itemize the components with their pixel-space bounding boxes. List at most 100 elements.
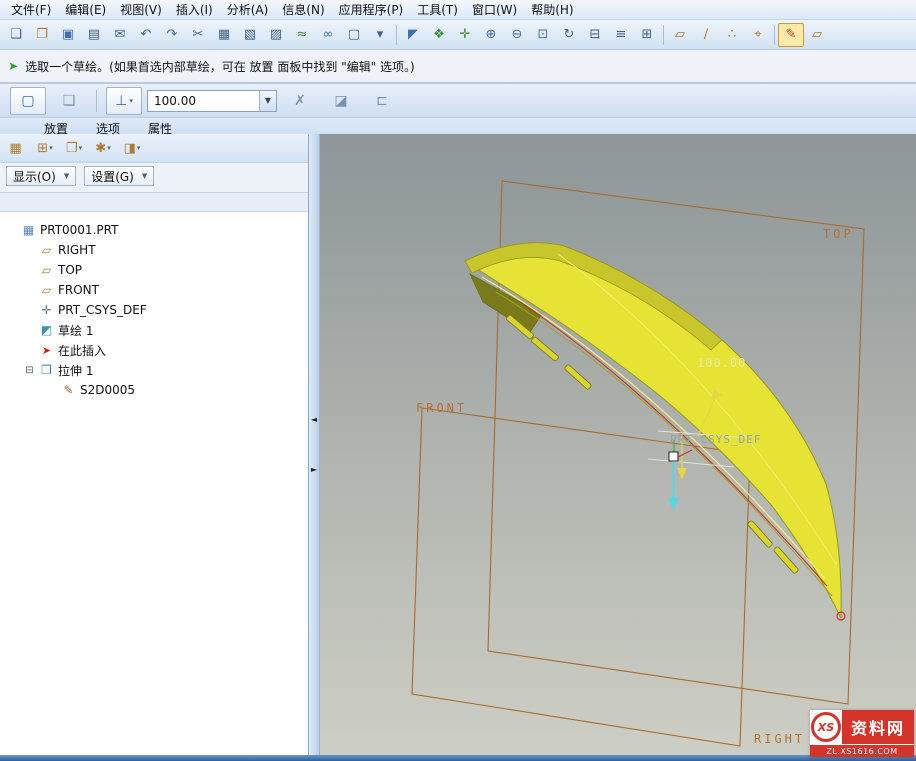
search-button[interactable]: ∞ <box>315 23 341 47</box>
mail-button[interactable]: ✉ <box>107 23 133 47</box>
tree-item[interactable]: ◩ 草绘 1 <box>0 320 308 340</box>
print-button[interactable]: ▤ <box>81 23 107 47</box>
navigator-grid-button[interactable]: ▦ <box>3 136 29 160</box>
regenerate-button[interactable]: ≈ <box>289 23 315 47</box>
tree-item-label: FRONT <box>58 283 99 297</box>
settings-dropdown-label: 设置(G) <box>91 168 134 185</box>
depth-value-input[interactable]: 100.00 ▼ <box>147 90 277 112</box>
csys-label[interactable]: PRT_CSYS_DEF <box>670 433 761 446</box>
separator[interactable] <box>663 25 664 45</box>
spin-center-button[interactable]: ✛ <box>452 23 478 47</box>
toolbar-icon: ▢ <box>348 27 360 42</box>
viewport-canvas[interactable]: TOP FRONT RIGHT <box>320 134 916 755</box>
navigator-icon: ✱ <box>95 141 106 156</box>
tree-item[interactable]: ▱ RIGHT <box>0 240 308 260</box>
tree-item[interactable]: ▦ PRT0001.PRT <box>0 220 308 240</box>
tree-item[interactable]: ✛ PRT_CSYS_DEF <box>0 300 308 320</box>
select-box-button[interactable]: ▢ <box>341 23 367 47</box>
3d-viewport[interactable]: TOP FRONT RIGHT <box>320 134 916 755</box>
select-options-dropdown[interactable]: ▾ <box>367 23 393 47</box>
chevron-down-icon: ▾ <box>107 144 111 152</box>
toolbar-icon: ∞ <box>323 27 334 42</box>
favorites-button[interactable]: ✱ ▾ <box>90 136 116 160</box>
menu-item[interactable]: 分析(A) <box>220 0 276 20</box>
zoom-out-button[interactable]: ⊖ <box>504 23 530 47</box>
menu-item[interactable]: 视图(V) <box>113 0 169 20</box>
open-button[interactable]: ❐ <box>29 23 55 47</box>
datum-plane-top-label[interactable]: TOP <box>823 227 854 241</box>
menu-item[interactable]: 窗口(W) <box>465 0 524 20</box>
thicken-button[interactable]: ⊏ <box>364 87 400 115</box>
menu-item[interactable]: 插入(I) <box>169 0 220 20</box>
tree-item[interactable]: ▱ TOP <box>0 260 308 280</box>
menu-item[interactable]: 文件(F) <box>4 0 58 20</box>
tree-item[interactable]: ▱ FRONT <box>0 280 308 300</box>
feature-info-button[interactable]: ❏ <box>51 87 87 115</box>
tree-item-label: PRT0001.PRT <box>40 223 118 237</box>
redo-button[interactable]: ↷ <box>159 23 185 47</box>
separator[interactable] <box>774 25 775 45</box>
save-button[interactable]: ▣ <box>55 23 81 47</box>
select-arrow-button[interactable]: ◤ <box>400 23 426 47</box>
chevron-down-icon[interactable]: ▼ <box>259 91 276 111</box>
datum-plane-icon: ▱ <box>39 243 54 257</box>
tree-item[interactable]: ✎ S2D0005 <box>0 380 308 400</box>
zoom-in-button[interactable]: ⊕ <box>478 23 504 47</box>
menu-item[interactable]: 应用程序(P) <box>332 0 411 20</box>
datum-plane-right-label[interactable]: RIGHT <box>754 732 805 746</box>
refit-button[interactable]: ⊡ <box>530 23 556 47</box>
menu-item[interactable]: 工具(T) <box>410 0 465 20</box>
layers-button[interactable]: ≡ <box>608 23 634 47</box>
menu-item[interactable]: 帮助(H) <box>524 0 580 20</box>
datum-plane-button[interactable]: ▱ <box>804 23 830 47</box>
placement-panel-button[interactable]: ▢ <box>10 87 46 115</box>
menu-item[interactable]: 编辑(E) <box>58 0 113 20</box>
paste-button[interactable]: ▧ <box>237 23 263 47</box>
model-tree-button[interactable]: ⊞ ▾ <box>32 136 58 160</box>
datum-points-toggle[interactable]: ∴ <box>719 23 745 47</box>
csys-toggle[interactable]: ⌖ <box>745 23 771 47</box>
datum-axes-toggle[interactable]: ∕ <box>693 23 719 47</box>
remove-material-icon: ◪ <box>334 93 347 109</box>
copy-button[interactable]: ▦ <box>211 23 237 47</box>
menu-item[interactable]: 信息(N) <box>275 0 331 20</box>
toolbar-icon: ✉ <box>115 27 126 42</box>
balloon-icon: ❏ <box>63 93 76 109</box>
chevron-down-icon: ▾ <box>129 97 133 105</box>
flip-direction-button[interactable]: ✗ <box>282 87 318 115</box>
reorient-button[interactable]: ↻ <box>556 23 582 47</box>
tree-item[interactable]: ➤ 在此插入 <box>0 340 308 360</box>
toolbar-icon: ⊞ <box>642 27 653 42</box>
view-manager-button[interactable]: ⊞ <box>634 23 660 47</box>
folder-browser-button[interactable]: ❐ ▾ <box>61 136 87 160</box>
message-bar: ➤ 选取一个草绘。(如果首选内部草绘，可在 放置 面板中找到 "编辑" 选项。) <box>0 50 916 84</box>
chevron-down-icon: ▼ <box>64 172 69 180</box>
settings-dropdown[interactable]: 设置(G) ▼ <box>84 166 154 186</box>
tree-item-label: S2D0005 <box>80 383 135 397</box>
smart-filter-button[interactable]: ❖ <box>426 23 452 47</box>
datum-planes-toggle[interactable]: ▱ <box>667 23 693 47</box>
toolbar-icon: ✂ <box>193 27 204 42</box>
remove-material-button[interactable]: ◪ <box>323 87 359 115</box>
expand-right-icon[interactable]: ► <box>311 466 317 474</box>
cut-button[interactable]: ✂ <box>185 23 211 47</box>
sketch-tool-button[interactable]: ✎ <box>778 23 804 47</box>
datum-plane-front-label[interactable]: FRONT <box>416 401 467 415</box>
new-button[interactable]: ❏ <box>3 23 29 47</box>
chevron-down-icon: ▾ <box>137 144 141 152</box>
tree-item[interactable]: ⊟ ❒ 拉伸 1 <box>0 360 308 380</box>
history-button[interactable]: ◨ ▾ <box>119 136 145 160</box>
tree-expand-toggle[interactable]: ⊟ <box>24 365 35 376</box>
toolbar-icon: ↶ <box>141 27 152 42</box>
dimension-value: 100.00 <box>697 356 746 370</box>
undo-button[interactable]: ↶ <box>133 23 159 47</box>
paste-special-button[interactable]: ▨ <box>263 23 289 47</box>
toolbar-icon: ⊟ <box>590 27 601 42</box>
collapse-left-icon[interactable]: ◄ <box>311 416 317 424</box>
panel-splitter[interactable]: ◄ ► <box>309 134 320 755</box>
separator[interactable] <box>396 25 397 45</box>
tree-item-label: PRT_CSYS_DEF <box>58 303 147 317</box>
show-dropdown[interactable]: 显示(O) ▼ <box>6 166 76 186</box>
depth-type-button[interactable]: ⊥ ▾ <box>106 87 142 115</box>
saved-views-button[interactable]: ⊟ <box>582 23 608 47</box>
